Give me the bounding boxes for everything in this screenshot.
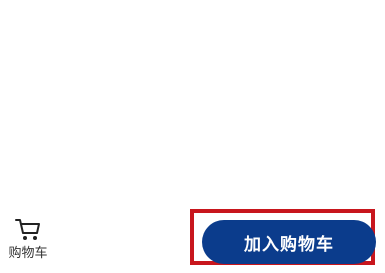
shopping-cart-icon [15, 219, 40, 240]
bottom-action-bar: 购物车 加入购物车 [0, 200, 385, 273]
cart-nav-label: 购物车 [8, 246, 48, 261]
product-page-screen: 购物车 加入购物车 [0, 0, 385, 273]
cart-nav-item[interactable]: 购物车 [6, 217, 50, 269]
add-to-cart-button[interactable]: 加入购物车 [202, 220, 376, 264]
